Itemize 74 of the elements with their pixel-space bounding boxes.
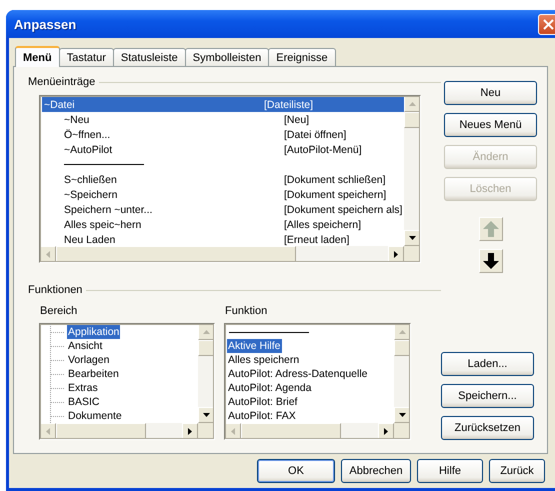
scrollbar-thumb[interactable] <box>56 423 146 439</box>
right-arrow-icon <box>384 428 388 434</box>
function-item[interactable]: AutoPilot: Adress-Datenquelle <box>227 367 368 381</box>
menu-entry-row[interactable]: Ö~ffnen... [Datei öffnen] <box>42 127 404 142</box>
button[interactable]: Abbrechen <box>341 459 411 483</box>
vertical-scrollbar[interactable] <box>198 324 214 423</box>
tab[interactable]: Tastatur <box>58 48 114 66</box>
tree-item[interactable]: Extras <box>67 381 99 395</box>
down-arrow-icon <box>202 413 210 417</box>
tree-item[interactable]: Dokumente <box>67 409 123 423</box>
horizontal-scrollbar[interactable] <box>40 423 198 439</box>
menu-entry-row[interactable]: ~Speichern [Dokument speichern] <box>42 187 404 202</box>
down-arrow-icon <box>408 236 416 240</box>
menu-entry-row[interactable]: ~Datei [Dateiliste] <box>42 97 404 112</box>
vertical-scrollbar[interactable] <box>394 324 410 423</box>
menu-entries-list[interactable] <box>39 95 421 263</box>
close-button[interactable] <box>538 14 555 34</box>
close-icon <box>543 18 554 30</box>
scrollbar-thumb[interactable] <box>404 112 420 128</box>
button[interactable]: Zurücksetzen <box>441 416 534 440</box>
group-label: Menüeinträge <box>28 76 96 88</box>
function-item[interactable]: Aktive Hilfe <box>227 339 282 353</box>
function-item[interactable]: Alles speichern <box>227 353 300 367</box>
tab[interactable]: Ereignisse <box>268 48 336 66</box>
category-tree[interactable]: Applikation Ansicht Vorlagen Bearbeiten Extras BASIC Dokumente <box>39 323 215 440</box>
up-arrow-icon <box>202 330 210 334</box>
tree-item[interactable]: Ansicht <box>67 339 104 353</box>
up-arrow-icon <box>408 102 416 106</box>
tree-item[interactable]: Bearbeiten <box>67 367 120 381</box>
button[interactable]: Hilfe <box>417 459 483 483</box>
button[interactable]: Zurück <box>489 459 545 483</box>
function-list[interactable]: Aktive Hilfe Alles speichern AutoPilot: Adress-Datenquelle AutoPilot: Agenda AutoPilot: Brief AutoPilot: FAX <box>224 323 411 440</box>
menu-entry-row[interactable]: ~Neu [Neu] <box>42 112 404 127</box>
tab[interactable]: Menü <box>15 46 60 67</box>
tree-item[interactable]: Applikation <box>67 325 120 339</box>
button[interactable]: Laden... <box>441 352 534 376</box>
tab[interactable]: Symbolleisten <box>184 48 270 66</box>
menu-entry-row[interactable]: Speichern ~unter... [Dokument speichern als] <box>42 202 404 217</box>
left-arrow-icon <box>231 428 235 434</box>
field-label: Bereich <box>40 305 78 317</box>
button[interactable]: Neues Menü <box>444 113 537 137</box>
function-item[interactable]: AutoPilot: FAX <box>227 409 297 423</box>
scrollbar-thumb[interactable] <box>198 340 214 356</box>
menu-entry-row[interactable]: ~AutoPilot [AutoPilot-Menü] <box>42 142 404 157</box>
right-arrow-icon <box>188 428 192 434</box>
menu-entry-row[interactable]: Neu Laden [Erneut laden] <box>42 232 404 246</box>
vertical-scrollbar[interactable] <box>404 96 420 246</box>
window-title: Anpassen <box>14 16 76 32</box>
scrollbar-corner <box>394 423 410 439</box>
button[interactable]: Neu <box>444 81 537 105</box>
menu-entry-row[interactable]: Alles speic~hern [Alles speichern] <box>42 217 404 232</box>
group-label: Funktionen <box>28 284 82 296</box>
left-arrow-icon <box>46 428 50 434</box>
button[interactable]: OK <box>257 459 335 483</box>
right-arrow-icon <box>394 250 398 258</box>
field-label: Funktion <box>225 305 268 317</box>
scrollbar-thumb[interactable] <box>241 423 341 439</box>
scrollbar-thumb[interactable] <box>56 246 296 262</box>
button[interactable]: Speichern... <box>441 384 534 408</box>
down-arrow-icon <box>398 413 406 417</box>
tree-item[interactable]: Vorlagen <box>67 353 110 367</box>
move-down-button[interactable] <box>478 249 502 273</box>
up-arrow-icon <box>398 330 406 334</box>
horizontal-scrollbar[interactable] <box>40 246 404 262</box>
scrollbar-corner <box>198 423 214 439</box>
left-arrow-icon <box>46 250 50 258</box>
horizontal-scrollbar[interactable] <box>225 423 394 439</box>
function-item[interactable]: AutoPilot: Agenda <box>227 381 312 395</box>
tab[interactable]: Statusleiste <box>112 48 186 66</box>
scrollbar-corner <box>404 246 420 262</box>
tree-item[interactable]: BASIC <box>67 395 101 409</box>
scrollbar-thumb[interactable] <box>394 340 410 356</box>
menu-entry-row[interactable]: S~chließen [Dokument schließen] <box>42 172 404 187</box>
function-item[interactable]: AutoPilot: Brief <box>227 395 298 409</box>
